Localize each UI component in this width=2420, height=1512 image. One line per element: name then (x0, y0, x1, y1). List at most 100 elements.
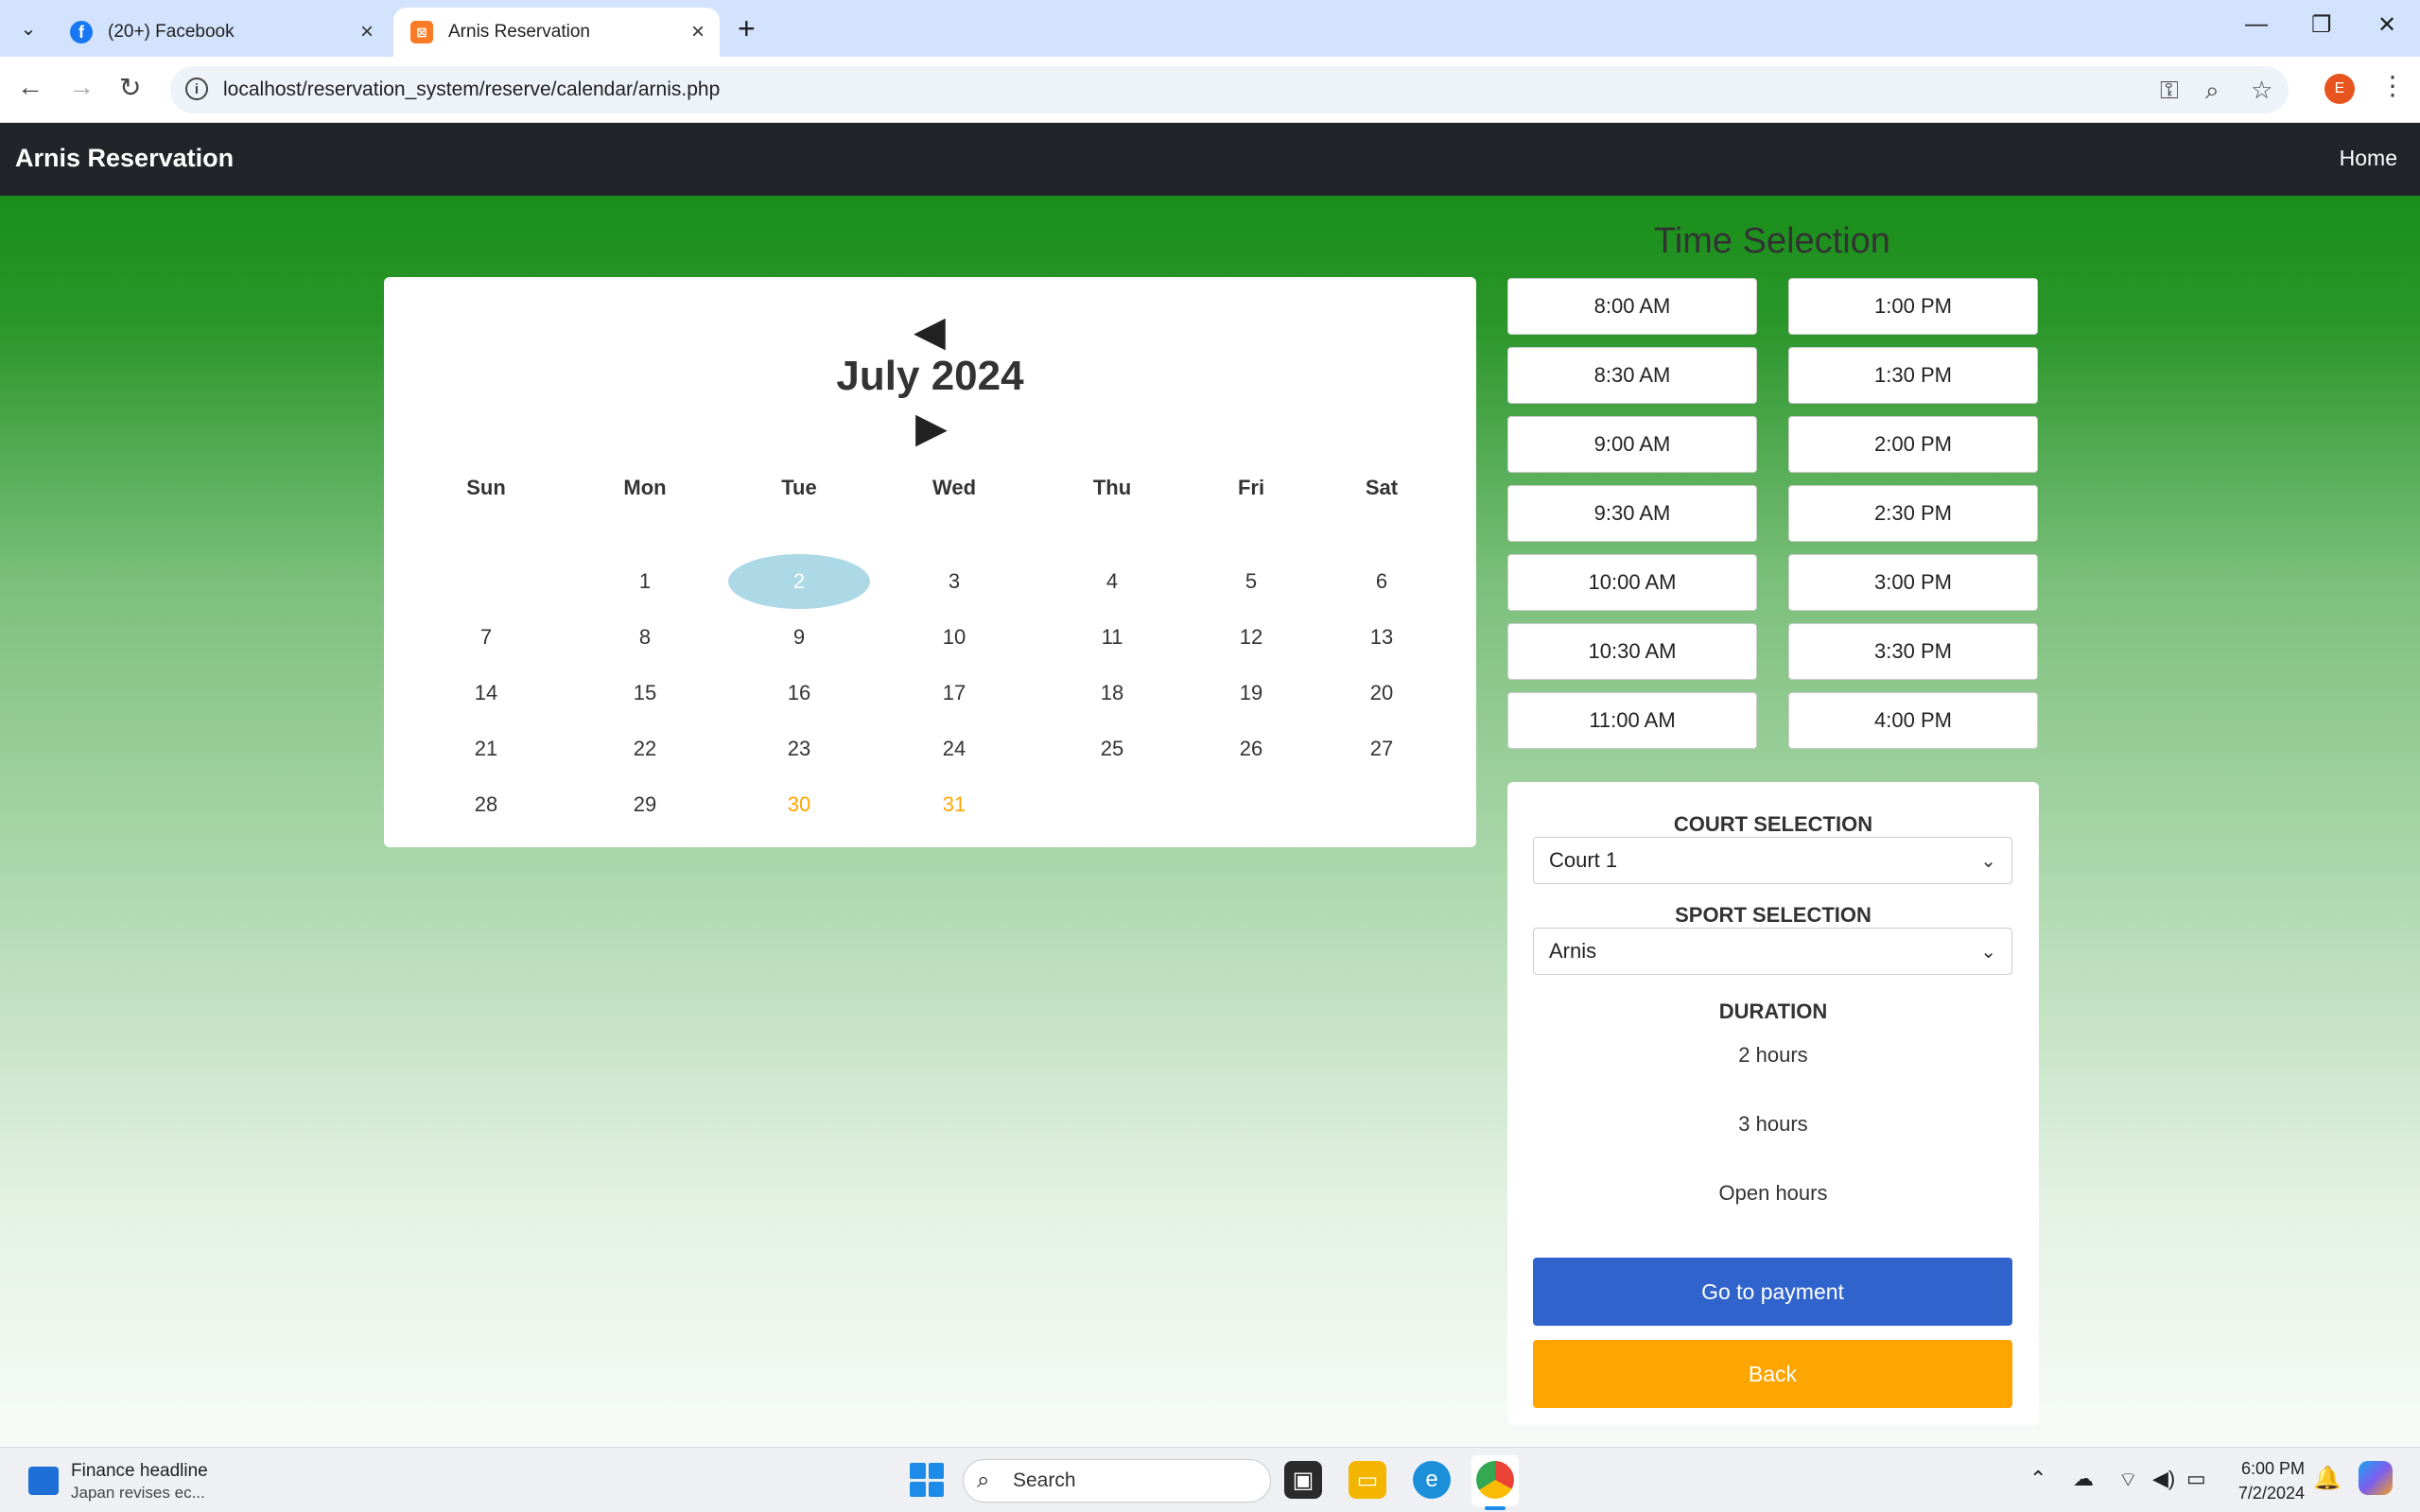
edge-icon[interactable]: e (1413, 1461, 1451, 1499)
court-select-value: Court 1 (1549, 848, 1618, 872)
calendar-day[interactable]: 29 (574, 777, 716, 832)
calendar-day[interactable]: 11 (1041, 610, 1183, 665)
time-slot-button[interactable]: 1:00 PM (1788, 278, 2038, 335)
time-slot-button[interactable]: 3:30 PM (1788, 623, 2038, 680)
calendar-day[interactable]: 1 (574, 554, 716, 609)
duration-option[interactable]: Open hours (1507, 1181, 2039, 1206)
sport-select[interactable]: Arnis ⌄ (1533, 928, 2012, 975)
widget-headline[interactable]: Finance headline (71, 1461, 208, 1482)
back-button[interactable]: Back (1533, 1340, 2012, 1408)
time-slot-button[interactable]: 10:30 AM (1507, 623, 1757, 680)
duration-label: DURATION (1718, 999, 1828, 1023)
calendar-day[interactable]: 24 (883, 721, 1025, 776)
time-slot-button[interactable]: 8:30 AM (1507, 347, 1757, 404)
back-arrow-icon[interactable]: ← (17, 72, 44, 102)
time-slot-button[interactable]: 1:30 PM (1788, 347, 2038, 404)
clock-date[interactable]: 7/2/2024 (2238, 1484, 2305, 1503)
calendar-day[interactable]: 8 (574, 610, 716, 665)
restore-icon[interactable]: ❐ (2311, 11, 2332, 39)
calendar-day[interactable]: 23 (728, 721, 870, 776)
task-view-icon[interactable]: ▣ (1284, 1461, 1322, 1499)
go-to-payment-button[interactable]: Go to payment (1533, 1258, 2012, 1326)
calendar-day[interactable]: 2 (728, 554, 870, 609)
time-slot-button[interactable]: 2:30 PM (1788, 485, 2038, 542)
time-slot-button[interactable]: 2:00 PM (1788, 416, 2038, 473)
time-slot-button[interactable]: 4:00 PM (1788, 692, 2038, 749)
calendar-day[interactable]: 18 (1041, 666, 1183, 721)
minimize-icon[interactable]: — (2245, 11, 2268, 38)
calendar-day[interactable]: 19 (1180, 666, 1322, 721)
next-month-icon[interactable]: ▶ (915, 408, 948, 449)
windows-start-icon[interactable] (910, 1463, 944, 1497)
calendar-day[interactable]: 20 (1311, 666, 1453, 721)
zoom-icon[interactable]: ⌕ (2205, 76, 2220, 106)
close-window-icon[interactable]: ✕ (2377, 11, 2396, 39)
calendar-day[interactable]: 28 (415, 777, 557, 832)
calendar-day[interactable]: 4 (1041, 554, 1183, 609)
home-link[interactable]: Home (2340, 146, 2397, 171)
new-tab-plus-icon[interactable]: + (738, 11, 756, 46)
clock-time[interactable]: 6:00 PM (2241, 1459, 2305, 1479)
time-slot-button[interactable]: 9:00 AM (1507, 416, 1757, 473)
weekday-header: Thu (1092, 476, 1132, 499)
close-tab-icon[interactable]: × (360, 19, 374, 45)
onedrive-cloud-icon[interactable]: ☁ (2073, 1467, 2094, 1491)
volume-icon[interactable]: ◀) (2152, 1467, 2175, 1491)
copilot-icon[interactable] (2359, 1461, 2393, 1495)
time-slot-button[interactable]: 8:00 AM (1507, 278, 1757, 335)
chrome-icon[interactable] (1476, 1461, 1514, 1499)
url-bar[interactable]: i localhost/reservation_system/reserve/c… (170, 66, 2289, 113)
calendar-day[interactable]: 17 (883, 666, 1025, 721)
calendar-day[interactable]: 15 (574, 666, 716, 721)
show-hidden-icons-icon[interactable]: ⌃ (2029, 1467, 2046, 1491)
page-viewport: Arnis Reservation Home ◀ July 2024 ▶ Sun… (0, 123, 2420, 1447)
previous-month-icon[interactable]: ◀ (914, 311, 946, 353)
file-explorer-icon[interactable]: ▭ (1349, 1461, 1386, 1499)
tab-search-chevron-icon[interactable]: ⌄ (13, 13, 44, 43)
calendar-day[interactable]: 7 (415, 610, 557, 665)
calendar-day[interactable]: 21 (415, 721, 557, 776)
site-info-icon[interactable]: i (185, 78, 208, 100)
calendar-day[interactable]: 31 (883, 777, 1025, 832)
calendar-day[interactable]: 22 (574, 721, 716, 776)
time-slot-button[interactable]: 11:00 AM (1507, 692, 1757, 749)
active-app-indicator (1485, 1506, 1506, 1510)
wifi-icon[interactable]: ⌔ (2118, 1467, 2138, 1493)
weekday-header: Tue (781, 476, 817, 499)
calendar-day[interactable]: 30 (728, 777, 870, 832)
profile-avatar[interactable]: E (2324, 74, 2355, 104)
calendar-day[interactable]: 3 (883, 554, 1025, 609)
calendar-day[interactable]: 13 (1311, 610, 1453, 665)
close-tab-icon[interactable]: × (691, 19, 705, 45)
calendar-day[interactable]: 6 (1311, 554, 1453, 609)
calendar-day[interactable]: 9 (728, 610, 870, 665)
reload-icon[interactable]: ↻ (119, 72, 141, 103)
calendar-day[interactable]: 10 (883, 610, 1025, 665)
calendar-day[interactable]: 12 (1180, 610, 1322, 665)
time-slot-button[interactable]: 3:00 PM (1788, 554, 2038, 611)
bookmark-star-icon[interactable]: ☆ (2251, 76, 2272, 105)
notification-bell-icon[interactable]: 🔔 (2313, 1465, 2342, 1492)
finance-widget-icon[interactable] (28, 1467, 59, 1495)
site-brand[interactable]: Arnis Reservation (15, 144, 234, 173)
password-key-icon[interactable]: ⚿ (2160, 76, 2179, 106)
calendar-day[interactable]: 27 (1311, 721, 1453, 776)
calendar-day[interactable]: 26 (1180, 721, 1322, 776)
widget-subtitle[interactable]: Japan revises ec... (71, 1484, 205, 1503)
forward-arrow-icon[interactable]: → (68, 72, 95, 102)
tab-facebook[interactable]: f (20+) Facebook × (53, 8, 389, 57)
battery-icon[interactable]: ▭ (2186, 1467, 2206, 1491)
calendar-day[interactable]: 14 (415, 666, 557, 721)
time-slot-button[interactable]: 10:00 AM (1507, 554, 1757, 611)
duration-option[interactable]: 3 hours (1507, 1112, 2039, 1137)
duration-option[interactable]: 2 hours (1507, 1043, 2039, 1068)
court-select[interactable]: Court 1 ⌄ (1533, 837, 2012, 884)
browser-menu-icon[interactable]: ⋮ (2379, 70, 2406, 101)
tab-arnis-reservation[interactable]: ⊠ Arnis Reservation × (393, 8, 720, 57)
taskbar-search-box[interactable]: ⌕ Search (963, 1459, 1271, 1503)
calendar-day[interactable]: 25 (1041, 721, 1183, 776)
calendar-day[interactable]: 5 (1180, 554, 1322, 609)
weekday-header: Fri (1237, 476, 1265, 499)
time-slot-button[interactable]: 9:30 AM (1507, 485, 1757, 542)
calendar-day[interactable]: 16 (728, 666, 870, 721)
